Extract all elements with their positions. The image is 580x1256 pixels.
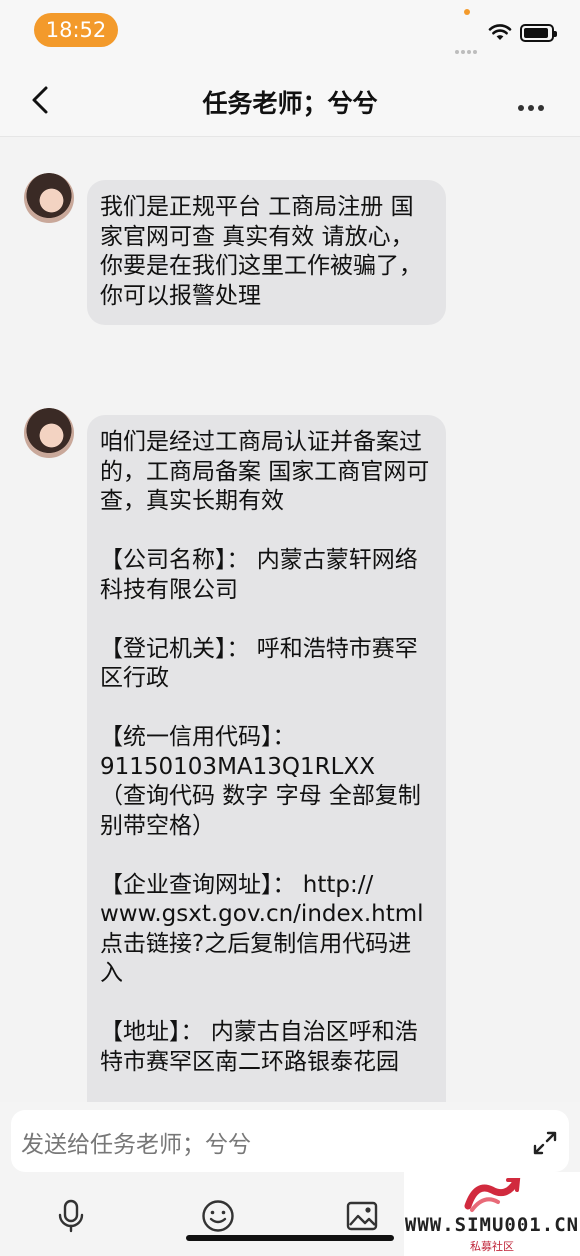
page-title: 任务老师；兮兮 xyxy=(202,89,378,118)
watermark-logo-icon xyxy=(464,1178,521,1212)
status-time: 18:52 xyxy=(34,13,118,47)
home-indicator[interactable] xyxy=(186,1235,394,1241)
watermark-subtitle: 私募社区 xyxy=(470,1240,514,1253)
message-bubble[interactable]: 咱们是经过工商局认证并备案过的，工商局备案 国家工商官网可查，真实长期有效 【公… xyxy=(87,415,446,1102)
avatar[interactable] xyxy=(24,408,74,458)
avatar[interactable] xyxy=(24,173,74,223)
cellular-signal-icon xyxy=(455,39,483,54)
wifi-icon xyxy=(488,24,512,40)
chat-header: 任务老师；兮兮 xyxy=(0,62,580,137)
expand-icon[interactable] xyxy=(531,1129,559,1157)
watermark: WWW.SIMU001.CN 私募社区 xyxy=(404,1172,580,1256)
image-icon[interactable] xyxy=(344,1198,380,1234)
recording-indicator-icon xyxy=(464,9,470,15)
message-bubble[interactable]: 我们是正规平台 工商局注册 国家官网可查 真实有效 请放心， 你要是在我们这里工… xyxy=(87,180,446,325)
emoji-icon[interactable] xyxy=(200,1198,236,1234)
battery-icon xyxy=(520,24,557,42)
message-list[interactable]: 我们是正规平台 工商局注册 国家官网可查 真实有效 请放心， 你要是在我们这里工… xyxy=(0,137,580,1102)
message-input[interactable]: 发送给任务老师；兮兮 xyxy=(11,1110,569,1172)
status-bar: 18:52 xyxy=(0,0,580,62)
input-placeholder: 发送给任务老师；兮兮 xyxy=(21,1132,251,1158)
more-options-button[interactable] xyxy=(518,96,554,111)
microphone-icon[interactable] xyxy=(53,1198,89,1234)
watermark-url: WWW.SIMU001.CN xyxy=(404,1214,580,1236)
